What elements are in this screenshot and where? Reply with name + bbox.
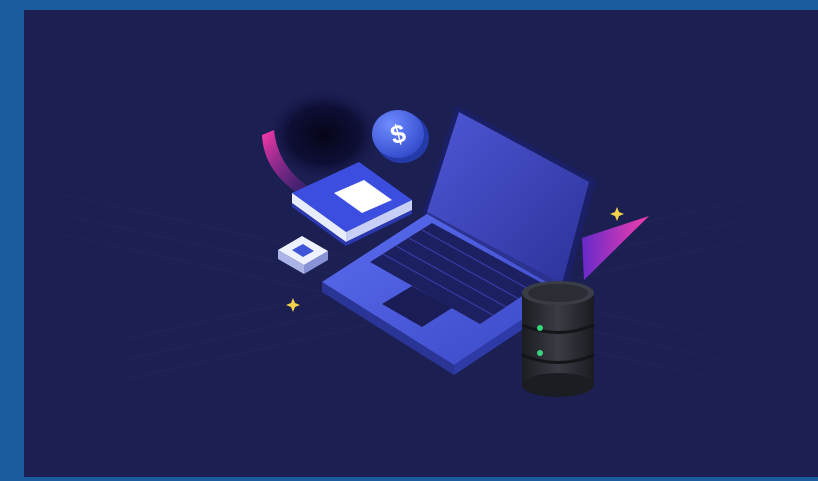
status-led <box>537 325 543 331</box>
chip-icon <box>278 236 328 274</box>
pink-triangle <box>582 216 649 280</box>
illustration-panel: $ <box>24 10 818 477</box>
outer-frame: $ <box>0 0 818 481</box>
isometric-illustration: $ <box>63 87 745 397</box>
database-icon <box>521 281 595 397</box>
coin-dollar-icon: $ <box>372 110 429 163</box>
status-led <box>537 350 543 356</box>
